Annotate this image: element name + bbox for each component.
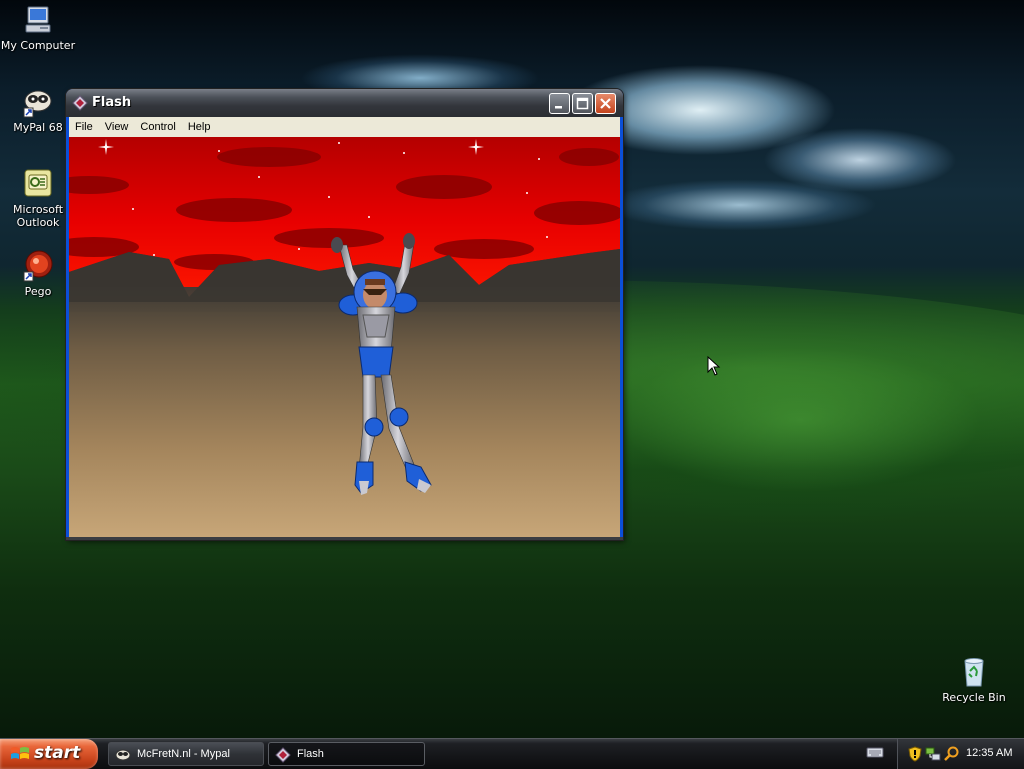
maximize-icon: [576, 97, 589, 110]
window-bottom-border: [66, 537, 623, 540]
outlook-icon: [22, 168, 54, 200]
desktop-icon-recycle-bin[interactable]: Recycle Bin: [936, 656, 1012, 704]
desktop-icon-label: Pego: [24, 285, 52, 298]
keyboard-icon[interactable]: [866, 745, 884, 759]
network-icon[interactable]: [925, 746, 941, 762]
desktop-icon-label: MyPal 68: [13, 121, 63, 134]
flash-stage[interactable]: [69, 137, 620, 537]
taskbar-item-mypal[interactable]: McFretN.nl - Mypal: [108, 742, 264, 766]
desktop-icon-pego[interactable]: Pego: [0, 250, 76, 298]
close-icon: [600, 98, 611, 109]
menu-view[interactable]: View: [99, 121, 135, 133]
taskbar-item-label: McFretN.nl - Mypal: [137, 748, 230, 760]
window-title: Flash: [92, 95, 132, 110]
minimize-icon: [555, 106, 562, 109]
game-scene: [69, 137, 620, 537]
minimize-button[interactable]: [549, 93, 570, 114]
maximize-button[interactable]: [572, 93, 593, 114]
mypal-icon: [115, 749, 131, 761]
start-label: start: [34, 743, 81, 763]
desktop-icon-my-computer[interactable]: My Computer: [0, 4, 76, 52]
taskbar-item-label: Flash: [297, 748, 324, 760]
pego-icon: [22, 250, 54, 282]
menu-help[interactable]: Help: [182, 121, 217, 133]
system-tray: 12:35 AM: [897, 739, 1024, 769]
recycle-bin-icon: [958, 656, 990, 688]
window-titlebar[interactable]: Flash: [66, 89, 623, 117]
windows-logo-icon: [11, 747, 29, 759]
desktop-icon-label: Microsoft Outlook: [12, 203, 64, 229]
flash-icon: [275, 747, 291, 763]
mouse-cursor-icon: [707, 356, 721, 376]
desktop-icon-label: Recycle Bin: [942, 691, 1006, 704]
desktop-icon-mypal[interactable]: MyPal 68: [0, 86, 76, 134]
flash-icon: [72, 95, 88, 111]
security-shield-icon[interactable]: [908, 746, 922, 762]
desktop-icon-outlook[interactable]: Microsoft Outlook: [0, 168, 76, 229]
mypal-icon: [22, 86, 54, 118]
search-icon[interactable]: [944, 746, 960, 762]
taskbar-item-flash[interactable]: Flash: [268, 742, 425, 766]
menu-bar: File View Control Help: [69, 117, 620, 137]
desktop-icon-label: My Computer: [0, 39, 76, 52]
close-button[interactable]: [595, 93, 616, 114]
clock[interactable]: 12:35 AM: [966, 747, 1012, 759]
menu-file[interactable]: File: [69, 121, 99, 133]
start-button[interactable]: start: [0, 739, 98, 769]
menu-control[interactable]: Control: [134, 121, 181, 133]
desert-ground: [69, 287, 620, 537]
my-computer-icon: [22, 4, 54, 36]
flash-window[interactable]: Flash File View Control Help: [66, 89, 623, 540]
